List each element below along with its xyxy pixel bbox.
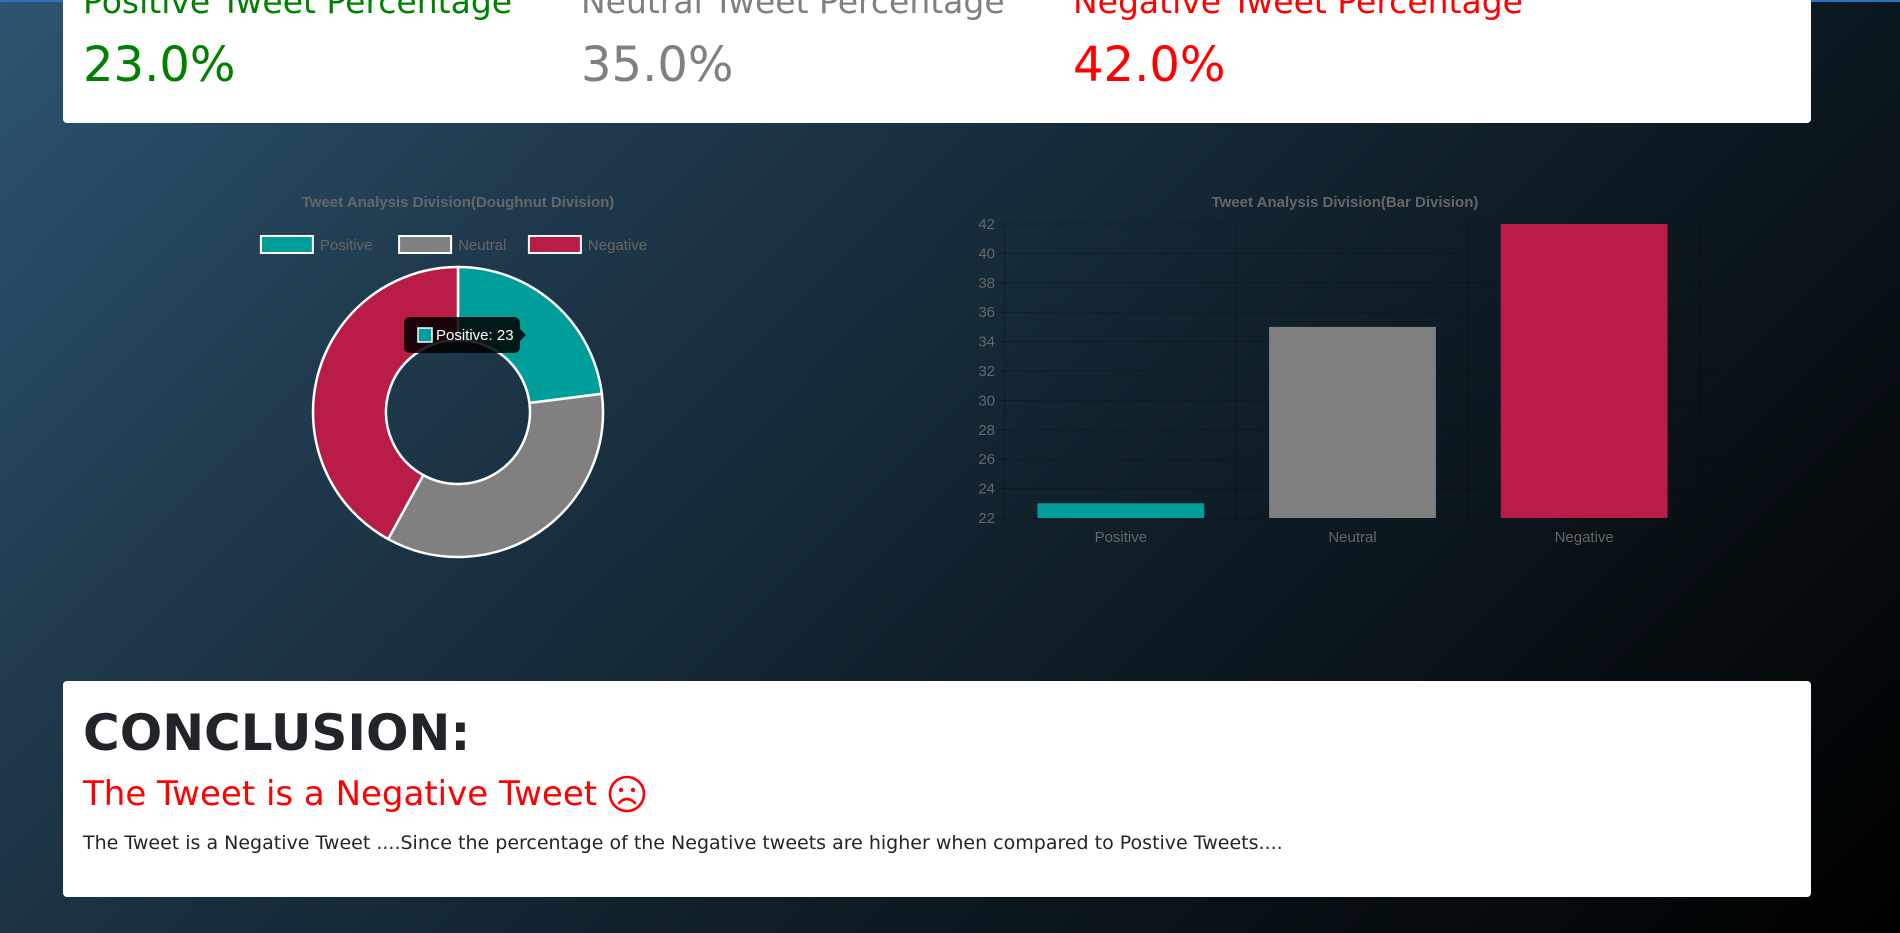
sad-face-icon [608,775,646,813]
stats-card: Positive Tweet Percentage 23.0% Neutral … [63,0,1811,123]
doughnut-chart-title: Tweet Analysis Division(Doughnut Divisio… [302,194,615,211]
bar-ytick-label: 28 [978,422,995,439]
neutral-stat-label: Neutral Tweet Percentage [581,0,1005,21]
bar-ytick-label: 40 [978,245,995,262]
bar-ytick-label: 42 [978,216,995,233]
bar-ytick-label: 26 [978,451,995,468]
doughnut-tooltip: Positive: 23 [404,317,526,353]
doughnut-tooltip-text: Positive: 23 [436,327,514,344]
negative-stat-label: Negative Tweet Percentage [1073,0,1523,21]
doughnut-legend-label-neutral: Neutral [458,237,506,254]
conclusion-verdict: The Tweet is a Negative Tweet [83,773,647,815]
positive-stat-value: 23.0% [83,37,236,93]
bar-chart: Tweet Analysis Division(Bar Division) 42 4… [940,186,1720,556]
bar-negative[interactable] [1500,224,1668,518]
bar-positive[interactable] [1037,503,1205,518]
bar-chart-svg: Tweet Analysis Division(Bar Division) 42 4… [978,194,1720,546]
doughnut-legend-swatch-positive [259,235,314,254]
bar-ytick-label: 36 [978,304,995,321]
conclusion-card: CONCLUSION: The Tweet is a Negative Twee… [63,681,1811,897]
doughnut-legend-swatch-neutral [398,235,453,254]
bar-ytick-label: 22 [978,510,995,527]
bar-xtick-label-negative: Negative [1555,529,1614,546]
bar-ytick-label: 38 [978,275,995,292]
doughnut-chart-svg: Tweet Analysis Division(Doughnut Divisio… [259,194,647,559]
conclusion-verdict-text: The Tweet is a Negative Tweet [83,774,598,814]
doughnut-tooltip-swatch [417,327,433,343]
doughnut-chart: Tweet Analysis Division(Doughnut Divisio… [258,186,658,576]
doughnut-legend-item-neutral[interactable]: Neutral [398,235,506,254]
bar-xtick-label-positive: Positive [1095,529,1148,546]
bar-ytick-label: 34 [978,334,995,351]
bar-ytick-label: 24 [978,481,995,498]
bar-ytick-label: 32 [978,363,995,380]
negative-stat-value: 42.0% [1073,37,1226,93]
bar-ytick-label: 30 [978,392,995,409]
doughnut-legend-label-negative: Negative [588,237,647,254]
doughnut-legend-swatch-negative [527,235,582,254]
positive-stat-label: Positive Tweet Percentage [83,0,513,21]
doughnut-legend-item-negative[interactable]: Negative [527,235,647,254]
bar-chart-title: Tweet Analysis Division(Bar Division) [1212,194,1479,211]
conclusion-text: The Tweet is a Negative Tweet ....Since … [83,832,1283,854]
neutral-stat-value: 35.0% [581,37,734,93]
doughnut-legend-label-positive: Positive [320,237,373,254]
bar-xtick-label-neutral: Neutral [1328,529,1376,546]
doughnut-legend-item-positive[interactable]: Positive [259,235,373,254]
bar-neutral[interactable] [1269,326,1436,518]
conclusion-heading: CONCLUSION: [83,704,471,762]
